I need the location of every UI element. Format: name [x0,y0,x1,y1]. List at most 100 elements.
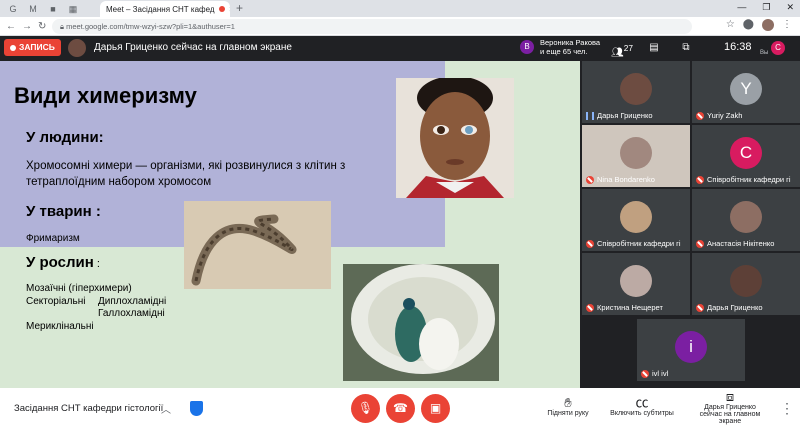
viewer-avatar: В [520,40,534,54]
presentation-button[interactable]: ⧈ Дарья Гриценко сейчас на главном экран… [696,390,764,426]
window-controls: — ❐ ✕ [737,2,794,13]
active-tab[interactable]: Meet – Засідання СНТ кафед ✕ [100,1,230,17]
meet-bottom-bar: Засідання СНТ кафедри гістології ︿ 🎙︎ ☎︎… [0,388,800,430]
close-window-icon[interactable]: ✕ [786,2,794,13]
participant-name-row: Кристина Нещерет [586,303,663,312]
minimize-icon[interactable]: — [737,2,746,13]
participant-avatar: Y [730,73,762,105]
viewer-count: и еще 65 чел. [540,47,588,56]
leave-call-button[interactable]: ☎︎ [386,394,415,423]
participant-tile[interactable]: С Співробітник кафедри гі [692,125,800,187]
forward-icon[interactable]: → [22,21,32,32]
presentation-slide: Види химеризму У людини: Хромосомні химе… [0,61,580,388]
participant-name: Кристина Нещерет [597,303,663,312]
recording-badge[interactable]: ЗАПИСЬ [4,39,61,56]
participant-name: Nina Bondarenko [597,175,655,184]
google-favicon[interactable]: G [6,3,20,15]
participant-avatar [730,201,762,233]
top-actions: 👥︎27 ▤ ⧉ [608,39,700,58]
mic-active-icon [586,111,594,120]
participant-name-row: Дарья Гриценко [696,303,763,312]
snake-image [184,201,331,289]
participant-name-row: Nina Bondarenko [586,175,655,184]
raise-hand-button[interactable]: ✋︎ Підняти руку [540,395,596,418]
recording-indicator-icon [218,6,225,12]
participant-name: Дарья Гриценко [597,111,653,120]
mic-toggle-button[interactable]: 🎙︎ [351,394,380,423]
bookmark-star-icon[interactable]: ☆ [726,19,735,31]
hand-icon: ✋︎ [564,395,572,410]
raise-hand-label: Підняти руку [547,410,589,417]
more-options-icon[interactable]: ⋮ [780,400,794,417]
participant-name: ivl ivl [652,369,669,378]
participant-avatar [620,137,652,169]
mic-muted-icon [586,175,594,184]
people-button[interactable]: 👥︎27 [608,39,636,58]
participant-tile[interactable]: i ivl ivl [637,319,745,381]
participant-avatar: С [730,137,762,169]
activities-button[interactable]: ⧉ [672,39,700,57]
participant-avatar [620,201,652,233]
participant-name-row: Співробітник кафедри гі [696,175,791,184]
self-avatar[interactable]: C [771,41,785,55]
presenting-label-2: сейчас на главном [699,411,761,418]
maximize-icon[interactable]: ❐ [762,2,770,13]
people-count: 27 [623,43,633,53]
participant-name: Співробітник кафедри гі [597,239,681,248]
classroom-favicon[interactable]: ■ [46,3,60,15]
chat-button[interactable]: ▤ [640,39,668,57]
participant-name-row: ivl ivl [641,369,668,378]
back-icon[interactable]: ← [6,21,16,32]
browser-menu-icon[interactable]: ⋮ [782,19,792,31]
participant-name: Співробітник кафедри гі [707,175,791,184]
record-dot-icon [10,44,16,51]
participants-grid: Дарья Гриценко Y Yuriy Zakh Nina Bondare… [580,61,800,388]
participant-name: Дарья Гриценко [707,303,763,312]
extension-icon[interactable]: ⬤ [743,19,754,31]
captions-label: Включить субтитры [610,410,674,417]
close-tab-icon[interactable]: ✕ [229,5,230,14]
camera-off-icon: ▣ [429,401,442,415]
participant-tile[interactable]: Nina Bondarenko [582,125,690,187]
toolbar-right: ☆ ⬤ ⋮ [726,19,792,31]
security-shield-icon[interactable] [190,401,203,416]
chat-icon: ▤ [649,42,659,53]
participant-name-row: Yuriy Zakh [696,111,742,120]
chevron-up-icon[interactable]: ︿ [161,401,171,416]
participant-name: Yuriy Zakh [707,111,743,120]
presenter-status: Дарья Гриценко сейчас на главном экране [94,42,292,53]
participant-avatar: i [675,331,707,363]
text-plants-4: Мериклінальні [26,321,94,332]
text-people: Хромосомні химери — організми, які розви… [26,160,346,188]
viewers-indicator[interactable]: В Вероника Ракова и еще 65 чел. [520,38,600,56]
meeting-title[interactable]: Засідання СНТ кафедри гістології [14,403,163,414]
captions-icon: ㏄ [635,395,649,410]
reload-icon[interactable]: ↻ [38,21,48,32]
captions-button[interactable]: ㏄ Включить субтитры [606,395,678,418]
gmail-favicon[interactable]: M [26,3,40,15]
text-plants-1: Мозаїчні (гіперхимери) [26,283,132,294]
text-plants-2b: Диплохламідні [98,296,167,307]
viewer-text: Вероника Ракова и еще 65 чел. [540,38,600,56]
tab-title: Meet – Засідання СНТ кафед [106,4,215,14]
participant-tile[interactable]: Співробітник кафедри гі [582,189,690,251]
heading-animals: У тварин : [26,203,101,220]
profile-avatar[interactable] [762,19,774,31]
mic-muted-icon [586,303,594,312]
camera-toggle-button[interactable]: ▣ [421,394,450,423]
participant-tile[interactable]: Анастасія Нікітенко [692,189,800,251]
activities-icon: ⧉ [682,42,690,53]
text-animals: Фримаризм [26,233,80,244]
mic-muted-icon [696,175,704,184]
mic-muted-icon [696,303,704,312]
meet-favicon[interactable]: ▦ [66,3,80,15]
new-tab-icon[interactable]: + [236,1,243,15]
participant-tile[interactable]: Дарья Гриценко [692,253,800,315]
participant-tile[interactable]: Y Yuriy Zakh [692,61,800,123]
participant-tile[interactable]: Дарья Гриценко [582,61,690,123]
participant-tile[interactable]: Кристина Нещерет [582,253,690,315]
url-field[interactable]: 🔒︎ meet.google.com/tmw-wzyi-szw?pli=1&au… [52,19,692,34]
mic-muted-icon [586,239,594,248]
meet-top-bar: ЗАПИСЬ Дарья Гриценко сейчас на главном … [0,36,800,60]
url-text: meet.google.com/tmw-wzyi-szw?pli=1&authu… [66,22,235,31]
